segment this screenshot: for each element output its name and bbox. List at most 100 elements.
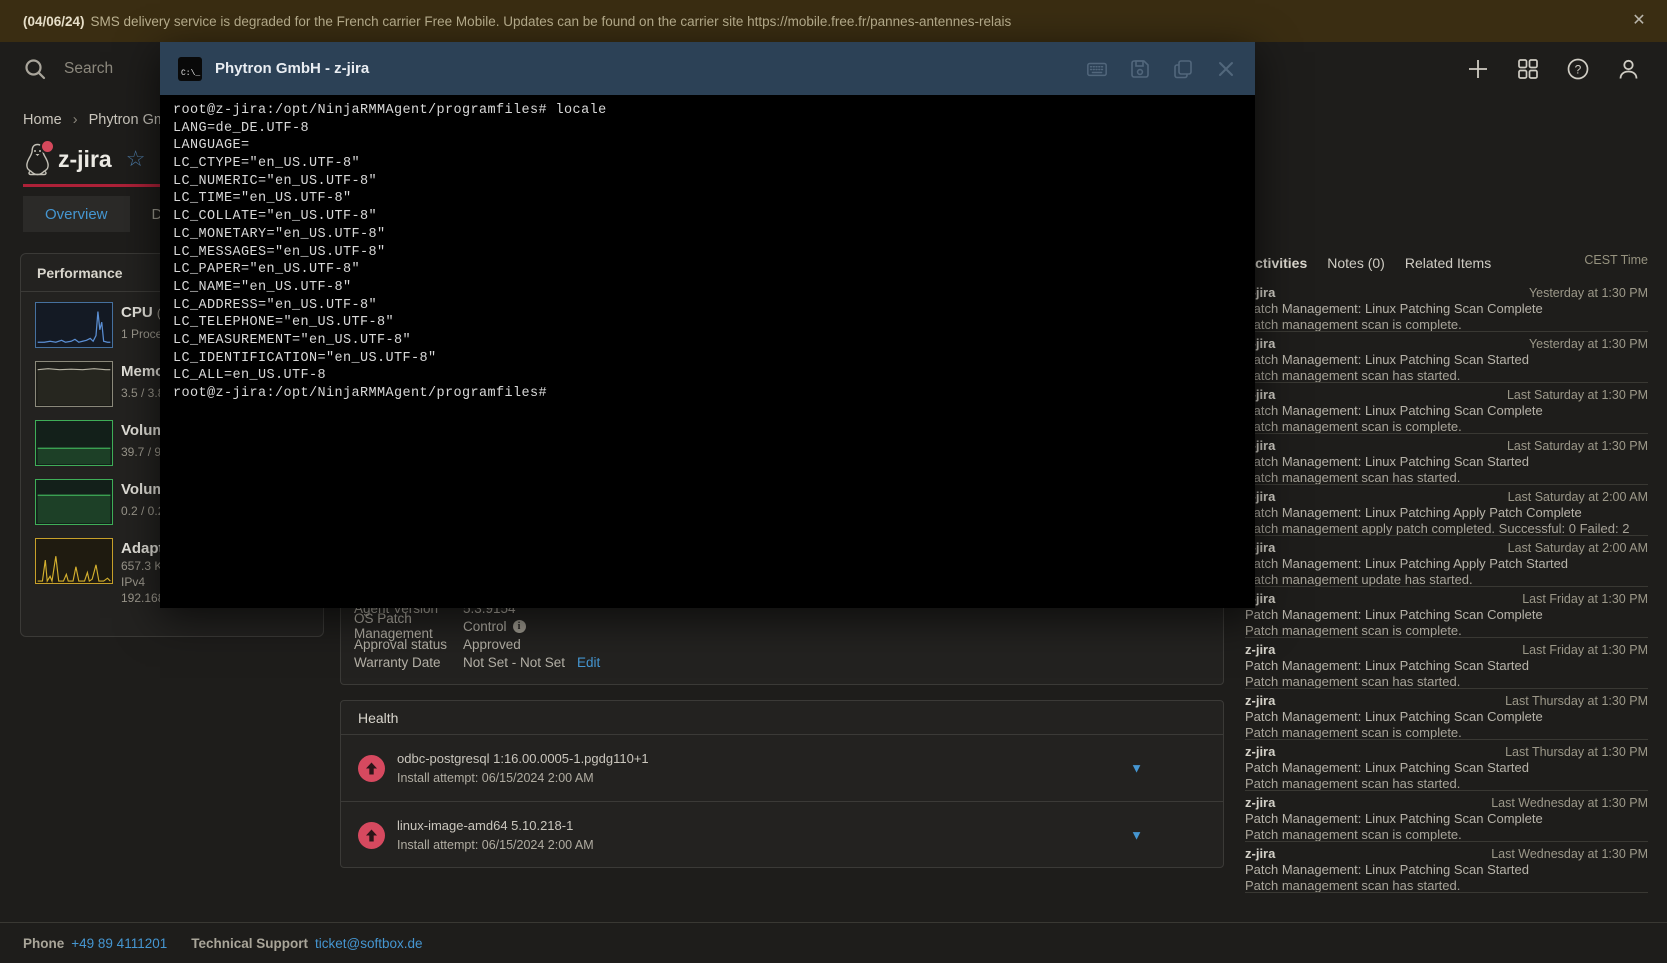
entry-title: Patch Management: Linux Patching Scan Co…	[1245, 811, 1648, 827]
activity-entry: z-jiraLast Saturday at 1:30 PM Patch Man…	[1245, 383, 1648, 434]
terminal-title: Phytron GmbH - z-jira	[215, 60, 369, 77]
health-item-name: linux-image-amd64 5.10.218-1	[397, 818, 594, 833]
adapter-chart-thumbnail[interactable]	[35, 538, 113, 584]
entry-title: Patch Management: Linux Patching Apply P…	[1245, 556, 1648, 572]
footer: Phone +49 89 4111201 Technical Support t…	[0, 922, 1667, 963]
cpu-label: CPU	[121, 304, 153, 321]
activity-entry: z-jiraLast Wednesday at 1:30 PM Patch Ma…	[1245, 791, 1648, 842]
entry-time: Last Saturday at 2:00 AM	[1508, 490, 1648, 504]
phone-label: Phone	[23, 936, 64, 951]
volume1-chart-thumbnail[interactable]	[35, 420, 113, 466]
terminal-line: LC_MEASUREMENT="en_US.UTF-8"	[173, 332, 1255, 350]
entry-desc: Patch management scan has started.	[1245, 878, 1648, 893]
entry-title: Patch Management: Linux Patching Scan St…	[1245, 658, 1648, 674]
entry-time: Yesterday at 1:30 PM	[1529, 337, 1648, 351]
entry-desc: Patch management scan is complete.	[1245, 827, 1648, 842]
add-icon[interactable]	[1465, 56, 1491, 82]
memory-chart-thumbnail[interactable]	[35, 361, 113, 407]
terminal-line: root@z-jira:/opt/NinjaRMMAgent/programfi…	[173, 385, 1255, 403]
entry-title: Patch Management: Linux Patching Scan St…	[1245, 454, 1648, 470]
close-icon[interactable]	[1215, 58, 1237, 80]
approval-status-label: Approval status	[354, 637, 463, 652]
virtual-keyboard-icon[interactable]	[1086, 58, 1108, 80]
terminal-line: LC_COLLATE="en_US.UTF-8"	[173, 208, 1255, 226]
activity-entry: z-jiraLast Friday at 1:30 PM Patch Manag…	[1245, 638, 1648, 689]
entry-desc: Patch management scan is complete.	[1245, 623, 1648, 638]
copy-icon[interactable]	[1172, 58, 1194, 80]
health-item-attempt: Install attempt: 06/15/2024 2:00 AM	[397, 838, 594, 852]
entry-title: Patch Management: Linux Patching Scan St…	[1245, 352, 1648, 368]
health-item-name: odbc-postgresql 1:16.00.0005-1.pgdg110+1	[397, 751, 649, 766]
banner-message: SMS delivery service is degraded for the…	[91, 14, 1012, 29]
terminal-output[interactable]: root@z-jira:/opt/NinjaRMMAgent/programfi…	[160, 95, 1255, 608]
cpu-chart-thumbnail[interactable]	[35, 302, 113, 348]
entry-time: Last Wednesday at 1:30 PM	[1491, 847, 1648, 861]
health-item-2: linux-image-amd64 5.10.218-1 Install att…	[341, 801, 1223, 868]
warranty-date-value: Not Set - Not Set	[463, 655, 565, 670]
entry-device: z-jira	[1245, 693, 1275, 708]
svg-text:?: ?	[1575, 63, 1582, 77]
entry-title: Patch Management: Linux Patching Scan Co…	[1245, 607, 1648, 623]
banner-date: (04/06/24)	[23, 14, 85, 29]
health-item-1: odbc-postgresql 1:16.00.0005-1.pgdg110+1…	[341, 735, 1223, 801]
entry-title: Patch Management: Linux Patching Apply P…	[1245, 505, 1648, 521]
activity-panel: Activities Notes (0) Related Items CEST …	[1245, 252, 1648, 893]
entry-time: Last Saturday at 1:30 PM	[1507, 439, 1648, 453]
linux-tux-icon	[24, 142, 51, 176]
activity-entry: z-jiraLast Thursday at 1:30 PM Patch Man…	[1245, 689, 1648, 740]
breadcrumb-home[interactable]: Home	[23, 112, 62, 128]
entry-time: Last Thursday at 1:30 PM	[1505, 694, 1648, 708]
entry-desc: Patch management scan is complete.	[1245, 419, 1648, 434]
warranty-date-label: Warranty Date	[354, 655, 463, 670]
search-icon[interactable]	[22, 56, 48, 82]
entry-desc: Patch management scan has started.	[1245, 674, 1648, 689]
tab-notes[interactable]: Notes (0)	[1327, 255, 1385, 271]
terminal-line: LC_TIME="en_US.UTF-8"	[173, 190, 1255, 208]
terminal-line: LC_ADDRESS="en_US.UTF-8"	[173, 297, 1255, 315]
apps-grid-icon[interactable]	[1515, 56, 1541, 82]
entry-desc: Patch management scan is complete.	[1245, 317, 1648, 332]
entry-desc: Patch management scan has started.	[1245, 776, 1648, 791]
activity-entry: z-jiraLast Thursday at 1:30 PM Patch Man…	[1245, 740, 1648, 791]
terminal-line: LC_MESSAGES="en_US.UTF-8"	[173, 244, 1255, 262]
phone-link[interactable]: +49 89 4111201	[71, 936, 167, 951]
terminal-line: LC_ALL=en_US.UTF-8	[173, 367, 1255, 385]
entry-device: z-jira	[1245, 744, 1275, 759]
pending-update-icon	[358, 755, 385, 782]
expand-caret-icon[interactable]: ▼	[1130, 828, 1143, 843]
volume2-chart-thumbnail[interactable]	[35, 479, 113, 525]
entry-desc: Patch management apply patch completed. …	[1245, 521, 1648, 536]
health-item-attempt: Install attempt: 06/15/2024 2:00 AM	[397, 771, 649, 785]
entry-title: Patch Management: Linux Patching Scan Co…	[1245, 403, 1648, 419]
os-patch-value: Control	[463, 619, 507, 634]
activity-entry: z-jiraYesterday at 1:30 PM Patch Managem…	[1245, 332, 1648, 383]
activity-entry: z-jiraLast Wednesday at 1:30 PM Patch Ma…	[1245, 842, 1648, 893]
save-icon[interactable]	[1129, 58, 1151, 80]
terminal-window: C:\_ Phytron GmbH - z-jira root@z-jira:/…	[160, 42, 1255, 608]
device-header: z-jira ☆	[24, 139, 145, 179]
info-icon[interactable]: i	[513, 620, 526, 633]
favorite-star-icon[interactable]: ☆	[126, 148, 146, 170]
terminal-line: LANGUAGE=	[173, 137, 1255, 155]
detail-row-approval: Approval status Approved	[354, 635, 1210, 653]
entry-time: Yesterday at 1:30 PM	[1529, 286, 1648, 300]
terminal-line: LC_IDENTIFICATION="en_US.UTF-8"	[173, 350, 1255, 368]
terminal-line: LC_TELEPHONE="en_US.UTF-8"	[173, 314, 1255, 332]
tab-overview[interactable]: Overview	[23, 196, 130, 232]
support-email-link[interactable]: ticket@softbox.de	[315, 936, 423, 951]
help-icon[interactable]: ?	[1565, 56, 1591, 82]
terminal-titlebar[interactable]: C:\_ Phytron GmbH - z-jira	[160, 42, 1255, 95]
activity-entry: z-jiraLast Saturday at 2:00 AM Patch Man…	[1245, 485, 1648, 536]
health-title: Health	[341, 701, 1223, 735]
entry-time: Last Friday at 1:30 PM	[1522, 592, 1648, 606]
tab-related-items[interactable]: Related Items	[1405, 255, 1491, 271]
terminal-line: root@z-jira:/opt/NinjaRMMAgent/programfi…	[173, 102, 1255, 120]
entry-device: z-jira	[1245, 846, 1275, 861]
user-profile-icon[interactable]	[1615, 56, 1641, 82]
expand-caret-icon[interactable]: ▼	[1130, 761, 1143, 776]
warranty-edit-link[interactable]: Edit	[577, 655, 600, 670]
activity-entry: z-jiraLast Friday at 1:30 PM Patch Manag…	[1245, 587, 1648, 638]
banner-close-icon[interactable]: ✕	[1629, 11, 1649, 31]
approval-status-value: Approved	[463, 637, 521, 652]
activity-entry: z-jiraYesterday at 1:30 PM Patch Managem…	[1245, 281, 1648, 332]
